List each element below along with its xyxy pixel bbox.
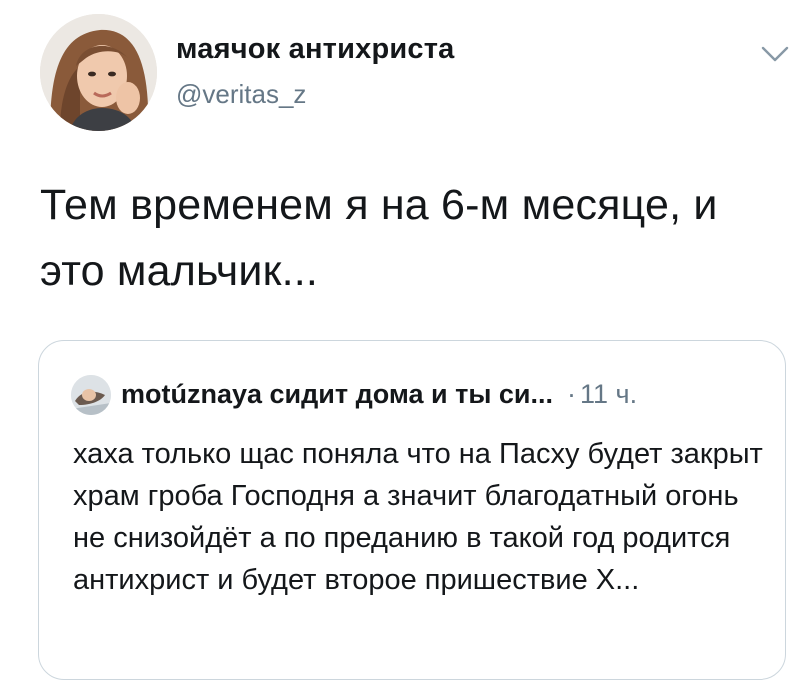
- quoted-user-avatar[interactable]: [71, 375, 111, 415]
- quoted-tweet[interactable]: motúznaya сидит дома и ты си... · 11 ч. ха…: [38, 340, 786, 680]
- user-handle[interactable]: @veritas_z: [176, 79, 306, 110]
- avatar-photo-icon: [71, 375, 111, 415]
- avatar-photo-icon: [40, 14, 157, 131]
- tweet-card: маячок антихриста @veritas_z Тем времене…: [0, 0, 811, 680]
- quoted-tweet-text: хаха только щас поняла что на Пасху буде…: [73, 438, 763, 596]
- quoted-display-name[interactable]: motúznaya сидит дома и ты си...: [121, 379, 553, 409]
- tweet-text: Тем временем я на 6-м месяце, и это маль…: [40, 181, 718, 295]
- display-name[interactable]: маячок антихриста: [176, 33, 454, 66]
- user-avatar[interactable]: [40, 14, 157, 131]
- quoted-tweet-header: motúznaya сидит дома и ты си... · 11 ч.: [121, 377, 637, 411]
- quoted-timestamp[interactable]: 11 ч.: [580, 379, 637, 409]
- header-separator: ·: [567, 379, 577, 409]
- chevron-down-icon[interactable]: [760, 44, 790, 64]
